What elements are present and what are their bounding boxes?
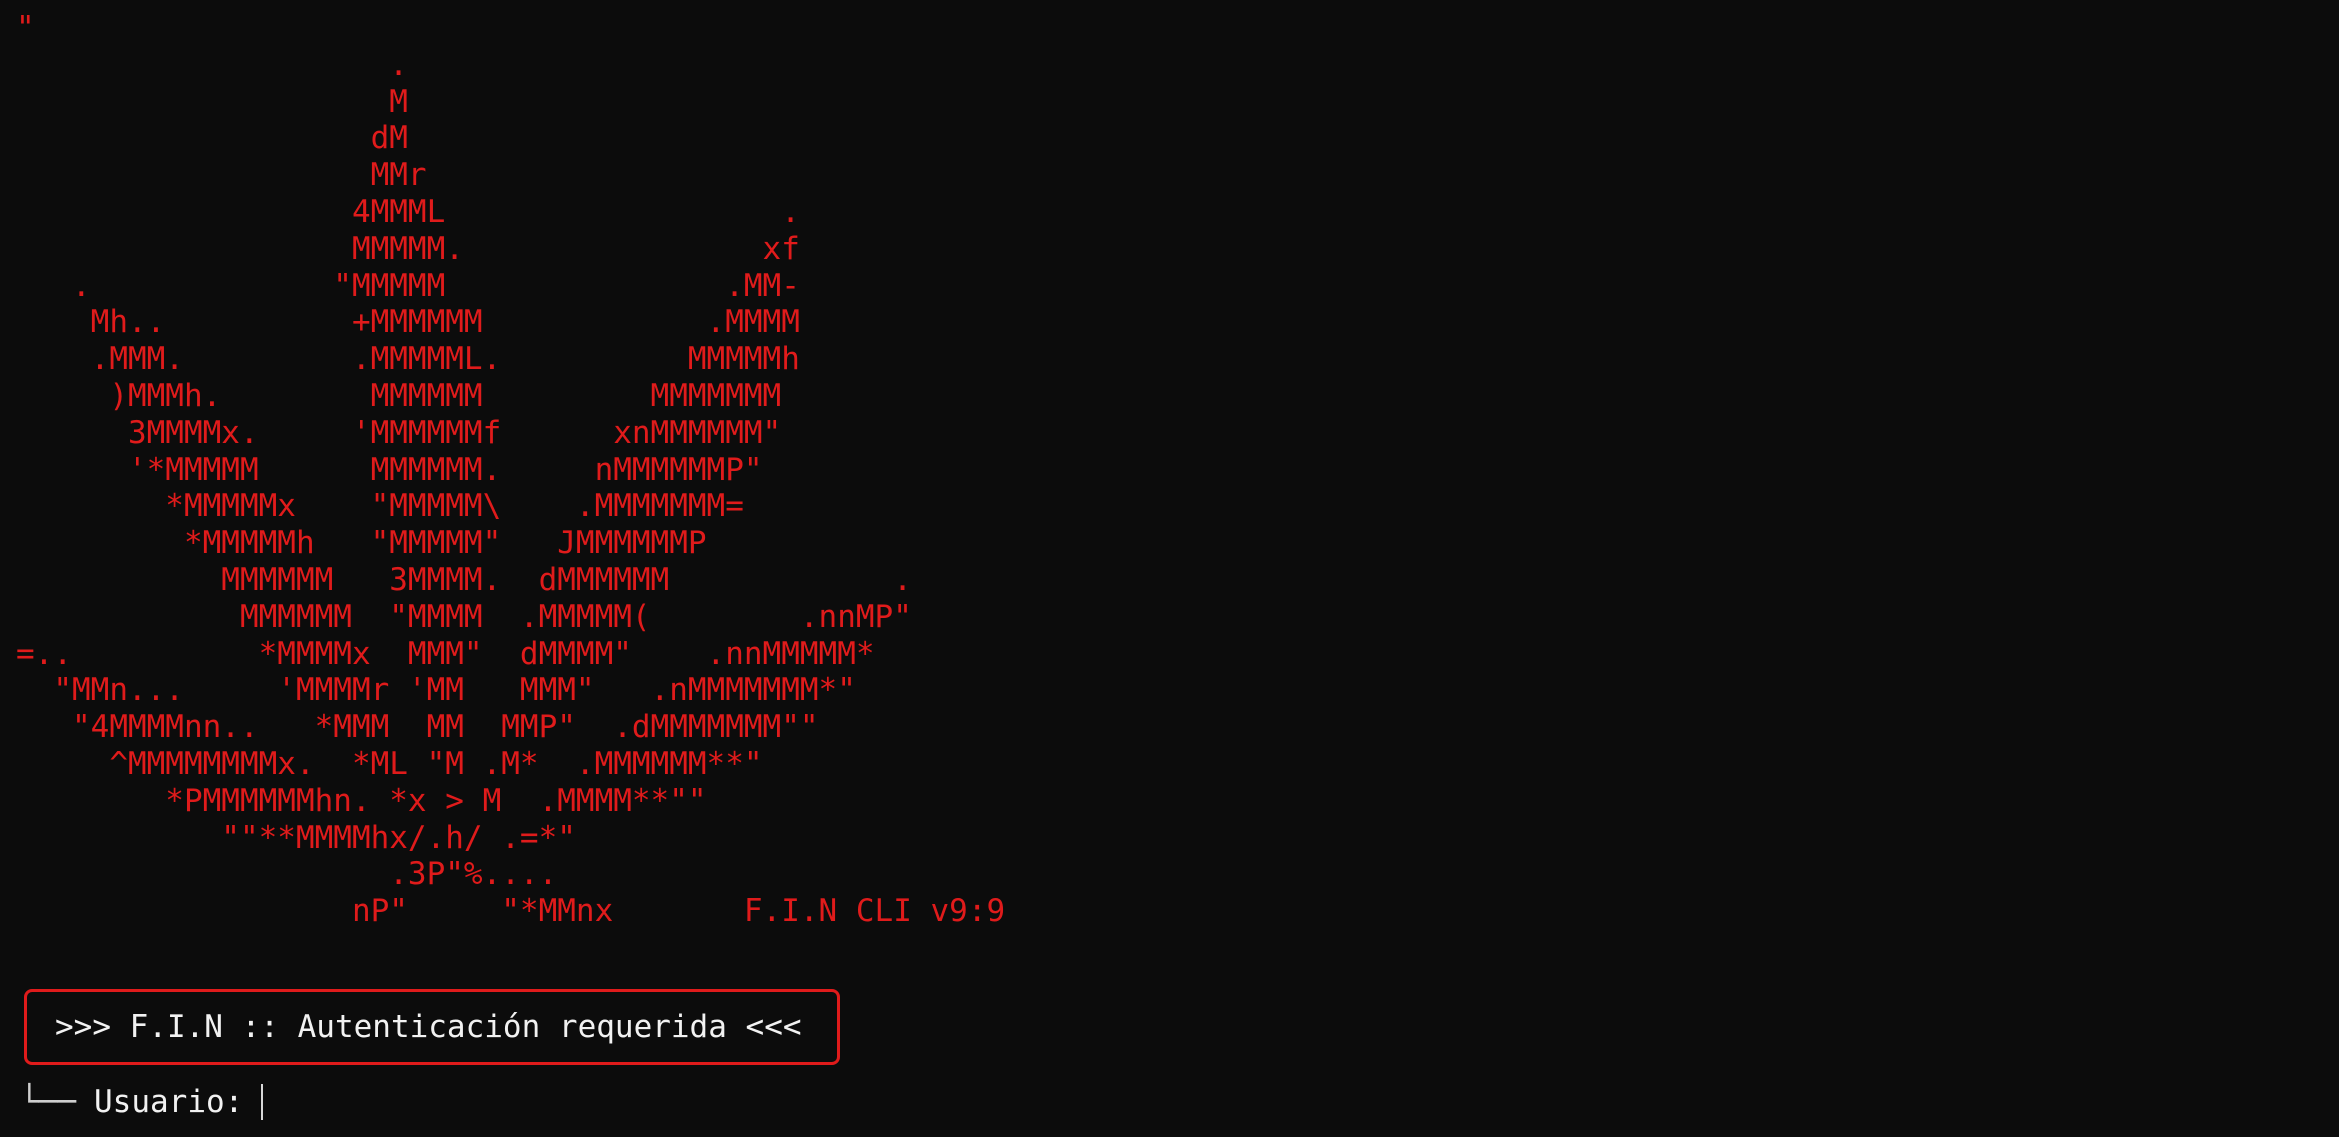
banner-line: Mh.. +MMMMMM .MMMM [16,304,800,341]
banner-line: .3P"%.... [16,856,558,893]
banner-line: M [16,83,408,120]
banner-line: MMr [16,157,427,194]
banner-line: MMMMMM "MMMM .MMMMM( .nnMP" [16,598,912,635]
banner-line: *PMMMMMMhn. *x > M .MMMM**"" [16,782,707,819]
banner-line: . [16,46,408,83]
banner-line: 3MMMMx. 'MMMMMMf xnMMMMMM" [16,414,782,451]
auth-required-text: >>> F.I.N :: Autenticación requerida <<< [55,1009,802,1045]
banner-line: nP" "*MMnx F.I.N CLI v9:9 [16,893,1006,930]
banner-line: 4MMML . [16,193,800,230]
banner-line: MMMMM. xf [16,230,800,267]
banner-line: .MMM. .MMMMML. MMMMMh [16,341,800,378]
text-cursor [261,1084,264,1120]
ascii-art-banner: " . M dM MMr 4MMML . MMMMM. xf . "MMMMM [16,10,1005,930]
banner-line: "MMn... 'MMMMr 'MM MMM" .nMMMMMMM*" [16,672,856,709]
banner-line: =.. *MMMMx MMM" dMMMM" .nnMMMMM* [16,635,875,672]
tree-branch-icon: └── [20,1084,76,1120]
terminal-window: " . M dM MMr 4MMML . MMMMM. xf . "MMMMM [0,0,2339,1137]
banner-line: *MMMMMx "MMMMM\ .MMMMMMM= [16,488,744,525]
banner-line: MMMMMM 3MMMM. dMMMMMM . [16,561,912,598]
banner-line: ^MMMMMMMMx. *ML "M .M* .MMMMMM**" [16,745,763,782]
auth-required-box: >>> F.I.N :: Autenticación requerida <<< [24,989,840,1065]
banner-line: ""**MMMMhx/.h/ .=*" [16,819,576,856]
banner-line: " [16,10,35,46]
banner-line: )MMMh. MMMMMM MMMMMMM [16,377,782,414]
banner-line: dM [16,120,408,157]
banner-line: . "MMMMM .MM- [16,267,800,304]
banner-line: "4MMMMnn.. *MMM MM MMP" .dMMMMMMM"" [16,709,819,746]
username-prompt[interactable]: └── Usuario: [20,1080,264,1124]
username-label: Usuario: [94,1084,244,1120]
banner-line: '*MMMMM MMMMMM. nMMMMMMP" [16,451,763,488]
banner-line: *MMMMMh "MMMMM" JMMMMMMP [16,525,707,562]
